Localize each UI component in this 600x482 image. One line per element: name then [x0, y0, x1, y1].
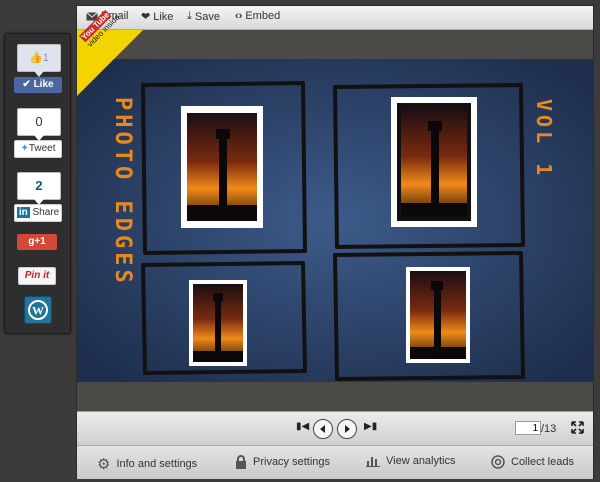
slide-title-right: VOL 1	[532, 99, 556, 179]
next-arrow-icon	[345, 425, 350, 433]
playback-controls: ▮◀ ▶▮ /13	[77, 411, 593, 445]
linkedin-share-label: Share	[32, 207, 60, 218]
pinit-button[interactable]: Pin it	[18, 267, 56, 285]
tweet-label: Tweet	[28, 143, 56, 154]
at-sign-icon	[491, 455, 505, 469]
page-number-input[interactable]	[515, 421, 541, 435]
page-total: /13	[541, 423, 557, 435]
fb-like-button[interactable]: ✔ Like	[14, 77, 62, 93]
wordpress-button[interactable]: W	[24, 296, 52, 324]
info-settings-button[interactable]: ⚙ Info and settings	[97, 455, 197, 473]
like-label: Like	[153, 10, 174, 23]
linkedin-share-button[interactable]: in Share	[14, 204, 62, 222]
like-button[interactable]: ❤ Like	[141, 10, 174, 24]
thumbs-up-icon: 👍	[29, 52, 43, 64]
privacy-settings-label: Privacy settings	[253, 456, 331, 468]
previous-slide-button[interactable]	[313, 419, 333, 439]
embed-button[interactable]: ‹› Embed	[235, 10, 280, 22]
code-icon: ‹›	[235, 10, 243, 22]
svg-text:W: W	[32, 304, 44, 318]
settings-bar: ⚙ Info and settings Privacy settings Vie…	[77, 445, 593, 479]
prev-arrow-icon	[320, 425, 325, 433]
slide-title-left: PHOTO EDGES	[110, 97, 135, 287]
bar-chart-icon	[366, 457, 380, 467]
linkedin-icon: in	[16, 207, 30, 218]
save-label: Save	[194, 10, 220, 23]
last-slide-button[interactable]: ▶▮	[364, 421, 377, 432]
fullscreen-icon[interactable]	[571, 421, 584, 434]
tweet-button[interactable]: ✦Tweet	[14, 140, 62, 158]
viewer-topbar: Email ❤ Like ⤓ Save ‹› Embed	[77, 6, 593, 30]
gplus-button[interactable]: g+1	[17, 234, 57, 250]
fb-like-count: 👍1	[17, 44, 61, 77]
twitter-bird-icon: ✦	[20, 143, 29, 154]
save-button[interactable]: ⤓ Save	[187, 10, 220, 23]
lock-icon	[236, 455, 246, 469]
collect-leads-button[interactable]: Collect leads	[491, 455, 574, 469]
fb-like-label: Like	[33, 79, 54, 90]
photo-bottom-left	[189, 280, 247, 366]
download-icon: ⤓	[187, 10, 192, 22]
tweet-count: 0	[17, 108, 61, 141]
photo-bottom-right	[406, 267, 470, 363]
slide-stage: PHOTO EDGES VOL 1	[77, 59, 593, 382]
next-slide-button[interactable]	[337, 419, 357, 439]
view-analytics-button[interactable]: View analytics	[366, 455, 456, 467]
photo-top-right	[391, 97, 477, 227]
privacy-settings-button[interactable]: Privacy settings	[235, 455, 330, 469]
embed-label: Embed	[245, 10, 281, 22]
linkedin-count: 2	[17, 172, 61, 205]
check-icon: ✔	[22, 79, 31, 90]
gear-icon: ⚙	[97, 456, 111, 473]
fb-count-value: 1	[42, 52, 49, 64]
photo-top-left	[181, 106, 263, 228]
info-settings-label: Info and settings	[116, 458, 198, 470]
view-analytics-label: View analytics	[386, 455, 456, 467]
presentation-viewer: Email ❤ Like ⤓ Save ‹› Embed You Tube vi…	[76, 5, 594, 479]
heart-icon: ❤	[141, 11, 151, 23]
first-slide-button[interactable]: ▮◀	[296, 421, 309, 432]
slide-canvas: PHOTO EDGES VOL 1	[77, 59, 593, 382]
wordpress-icon: W	[28, 300, 48, 320]
social-sidebar: 👍1 ✔ Like 0 ✦Tweet 2 in Share g+1 Pin it…	[4, 33, 71, 334]
collect-leads-label: Collect leads	[511, 456, 574, 468]
